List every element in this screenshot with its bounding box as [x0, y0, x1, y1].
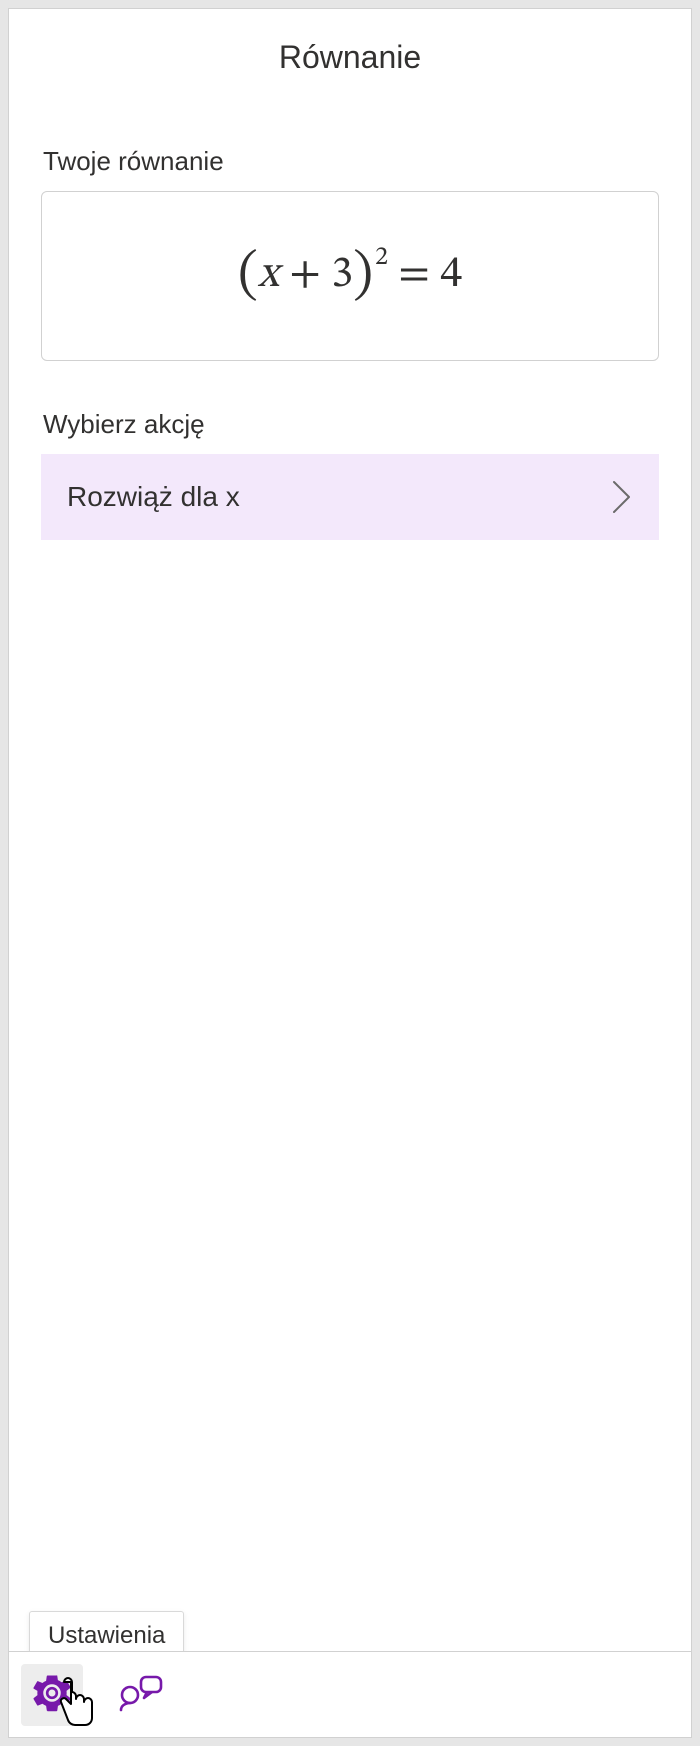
action-label: Wybierz akcję: [43, 409, 659, 440]
solve-for-x-action[interactable]: Rozwiąż dla x: [41, 454, 659, 540]
chevron-right-icon: [611, 479, 633, 515]
gear-icon: [31, 1672, 73, 1717]
settings-button[interactable]: [21, 1664, 83, 1726]
action-label-text: Rozwiąż dla x: [67, 481, 240, 513]
content-area: Równanie Twoje równanie (x + 3)2 = 4 Wyb…: [9, 9, 691, 1651]
footer-bar: [9, 1651, 691, 1737]
equation-label: Twoje równanie: [43, 146, 659, 177]
feedback-icon: [119, 1673, 165, 1716]
feedback-button[interactable]: [111, 1664, 173, 1726]
equation-display[interactable]: (x + 3)2 = 4: [41, 191, 659, 361]
pane-title: Równanie: [41, 39, 659, 76]
math-pane: Równanie Twoje równanie (x + 3)2 = 4 Wyb…: [8, 8, 692, 1738]
equation-content: (x + 3)2 = 4: [238, 241, 462, 311]
